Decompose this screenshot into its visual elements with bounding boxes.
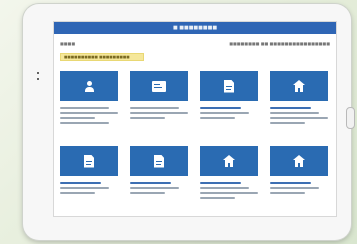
tile-8-block[interactable] [270, 146, 328, 176]
home-button[interactable] [346, 107, 355, 129]
tile-6-caption [130, 179, 188, 203]
tile-8[interactable] [270, 146, 328, 203]
camera-dot [37, 78, 39, 80]
tile-2-block[interactable] [130, 71, 188, 101]
tile-7-caption [200, 179, 258, 203]
tile-4[interactable] [270, 71, 328, 128]
header-left-text: ■■■■ [60, 40, 76, 46]
tile-5-block[interactable] [60, 146, 118, 176]
document-icon [224, 79, 234, 93]
front-camera-dots [37, 72, 41, 80]
tile-4-block[interactable] [270, 71, 328, 101]
document-icon [154, 154, 164, 168]
id-card-icon [152, 80, 166, 92]
tile-4-caption [270, 104, 328, 128]
tile-3[interactable] [200, 71, 258, 128]
tile-1[interactable] [60, 71, 118, 128]
camera-dot [37, 72, 39, 74]
house-icon [293, 80, 305, 92]
tile-2-caption [130, 104, 188, 128]
tile-8-caption [270, 179, 328, 203]
tile-6-block[interactable] [130, 146, 188, 176]
header-row: ■■■■ ■■■■■■■■ ■■ ■■■■■■■■■■■■■■■■ [60, 40, 330, 46]
tile-5-caption [60, 179, 118, 203]
tile-3-caption [200, 104, 258, 128]
house-icon [223, 155, 235, 167]
tile-6[interactable] [130, 146, 188, 203]
tile-5[interactable] [60, 146, 118, 203]
app-top-bar: ■ ■■■■■■■■ [54, 22, 336, 34]
document-icon [84, 154, 94, 168]
tile-7-block[interactable] [200, 146, 258, 176]
house-icon [293, 155, 305, 167]
tile-1-block[interactable] [60, 71, 118, 101]
tile-1-caption [60, 104, 118, 128]
header-right-text: ■■■■■■■■ ■■ ■■■■■■■■■■■■■■■■ [229, 40, 330, 46]
app-title: ■ ■■■■■■■■ [172, 25, 218, 31]
app-screen: ■ ■■■■■■■■ ■■■■ ■■■■■■■■ ■■ ■■■■■■■■■■■■… [54, 22, 336, 216]
notice-banner[interactable]: ■■■■■■■■■■ ■■■■■■■■■ [60, 53, 144, 61]
person-icon [83, 80, 96, 93]
tile-2[interactable] [130, 71, 188, 128]
tile-3-block[interactable] [200, 71, 258, 101]
notice-text: ■■■■■■■■■■ ■■■■■■■■■ [64, 55, 130, 59]
tile-7[interactable] [200, 146, 258, 203]
